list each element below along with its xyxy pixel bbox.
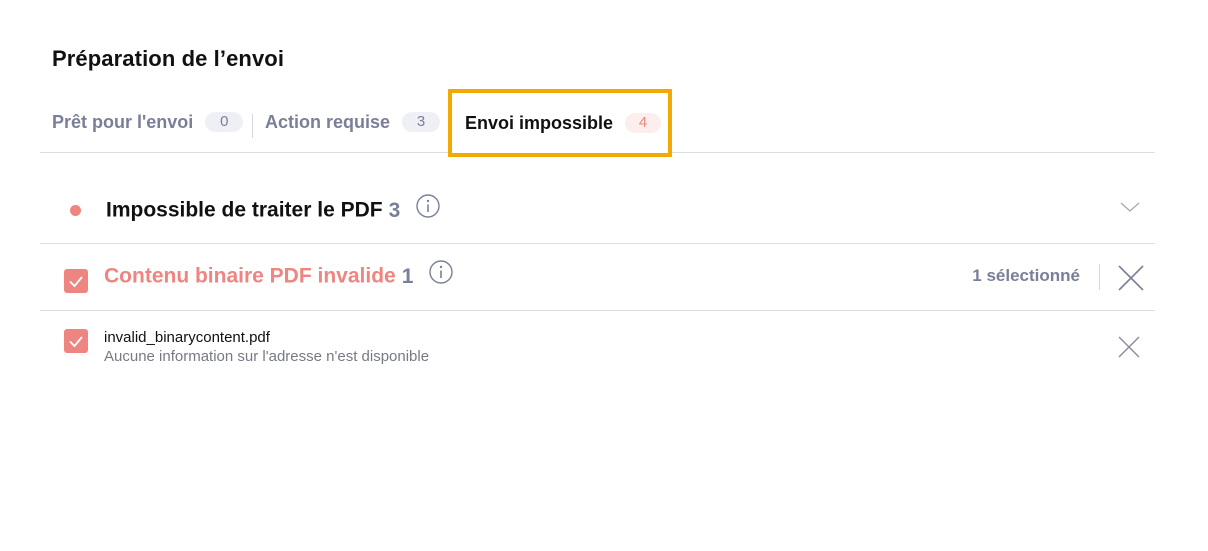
file-name: invalid_binarycontent.pdf	[104, 329, 270, 346]
tab-label: Envoi impossible	[465, 112, 614, 133]
error-group-count: 3	[388, 198, 401, 222]
chevron-down-icon[interactable]	[1119, 200, 1141, 219]
file-description: Aucune information sur l'adresse n'est d…	[104, 348, 430, 365]
error-subgroup-header: Contenu binaire PDF invalide 1 1 sélectio…	[40, 244, 1155, 311]
file-list-item: invalid_binarycontent.pdf Aucune informa…	[40, 311, 1155, 381]
tab-action-required[interactable]: Action requise 3	[265, 92, 441, 152]
tab-count-badge: 3	[402, 112, 441, 132]
tab-send-impossible[interactable]: Envoi impossible 4	[448, 89, 672, 157]
subgroup-label: Contenu binaire PDF invalide	[104, 264, 396, 288]
selected-count-label: 1 sélectionné	[972, 266, 1080, 285]
close-icon[interactable]	[1117, 335, 1141, 364]
close-icon[interactable]	[1117, 264, 1145, 297]
tab-bar: Prêt pour l'envoi 0 Action requise 3 Env…	[40, 89, 1155, 157]
subgroup-checkbox[interactable]	[64, 269, 88, 293]
page-title: Préparation de l’envoi	[52, 46, 285, 71]
check-icon	[69, 276, 83, 288]
info-icon[interactable]	[416, 194, 440, 224]
vertical-divider	[1099, 264, 1100, 290]
check-icon	[69, 336, 83, 348]
status-dot	[70, 205, 81, 216]
error-group-label: Impossible de traiter le PDF	[106, 198, 383, 222]
tab-label: Prêt pour l'envoi	[52, 111, 194, 132]
info-icon[interactable]	[429, 260, 453, 290]
subgroup-count: 1	[401, 264, 414, 288]
subgroup-title: Contenu binaire PDF invalide 1	[104, 260, 453, 290]
tab-divider	[252, 114, 253, 138]
error-group-header[interactable]: Impossible de traiter le PDF 3	[40, 178, 1155, 244]
tab-ready-to-send[interactable]: Prêt pour l'envoi 0	[52, 92, 244, 152]
error-group-title: Impossible de traiter le PDF 3	[106, 194, 440, 224]
tab-label: Action requise	[265, 111, 391, 132]
file-checkbox[interactable]	[64, 329, 88, 353]
tab-count-badge: 4	[625, 113, 662, 133]
tab-count-badge: 0	[205, 112, 244, 132]
